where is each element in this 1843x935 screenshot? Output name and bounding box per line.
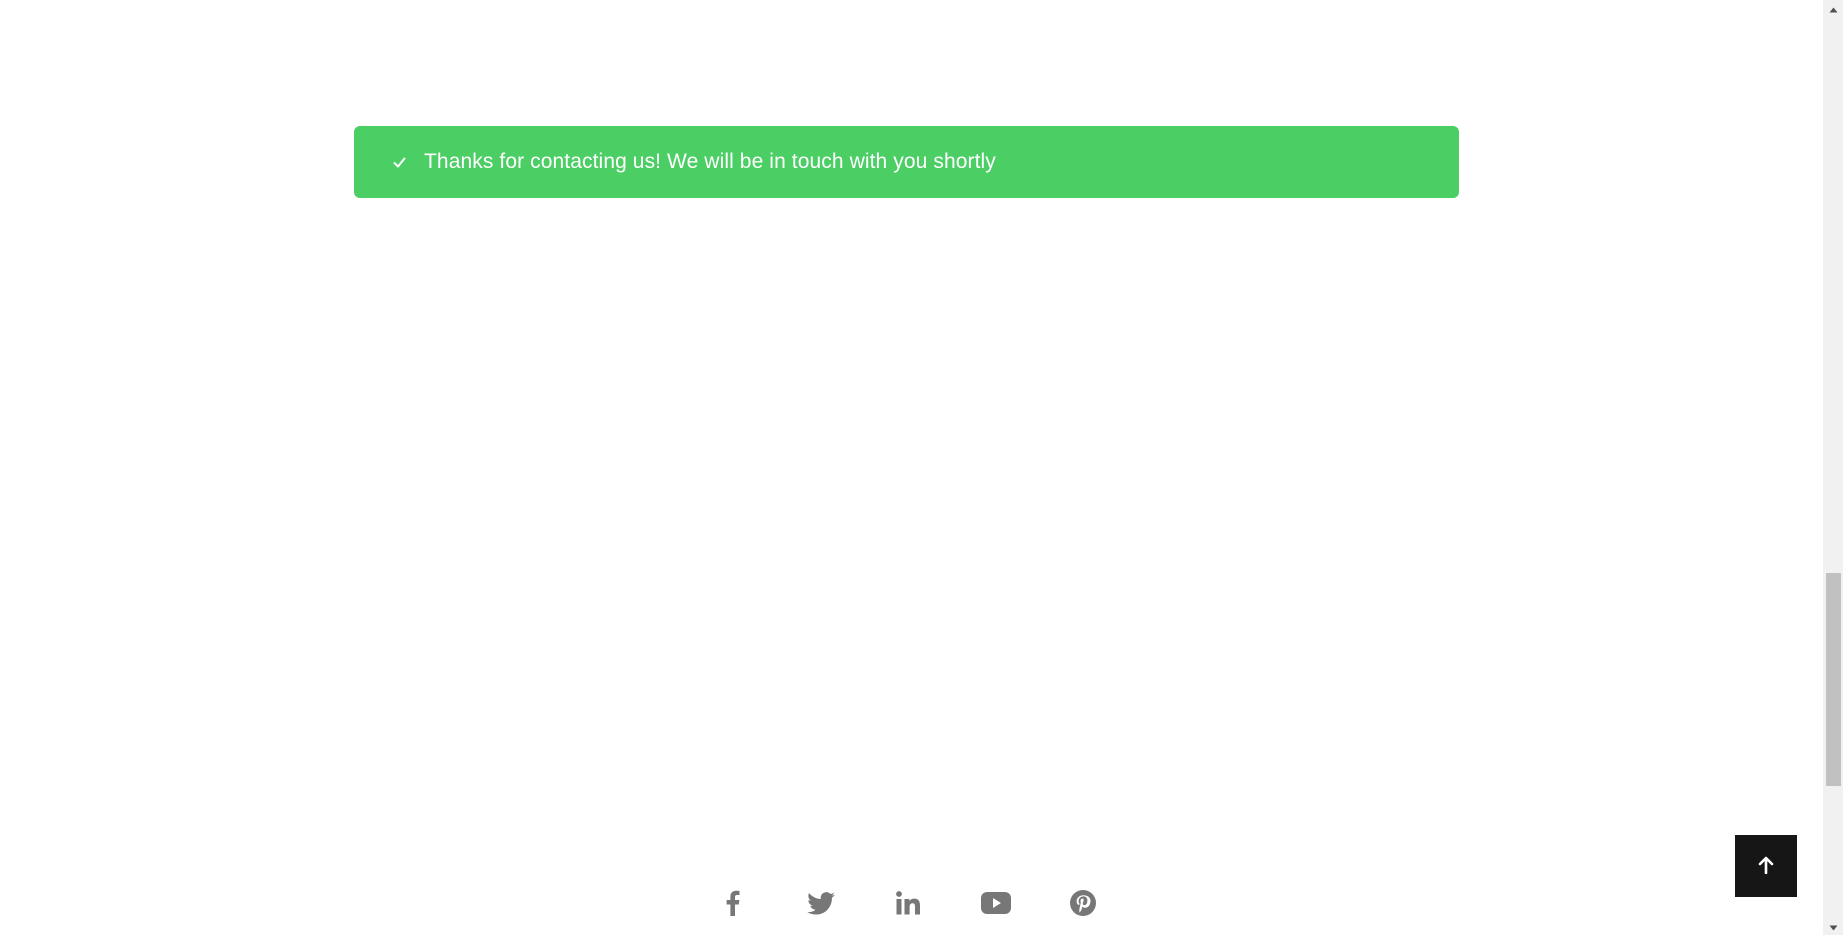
youtube-icon (981, 892, 1011, 914)
success-message: Thanks for contacting us! We will be in … (424, 150, 996, 173)
linkedin-icon (896, 891, 920, 915)
scroll-up-button[interactable] (1823, 0, 1843, 17)
scroll-down-arrow-icon (1829, 918, 1838, 935)
twitter-link[interactable] (803, 886, 839, 920)
pinterest-link[interactable] (1065, 886, 1101, 920)
scroll-up-arrow-icon (1829, 0, 1838, 18)
facebook-link[interactable] (715, 886, 751, 920)
back-to-top-button[interactable] (1735, 835, 1797, 897)
vertical-scrollbar[interactable] (1823, 0, 1843, 935)
social-links (0, 886, 1823, 920)
twitter-icon (807, 891, 835, 915)
viewport: Thanks for contacting us! We will be in … (0, 0, 1823, 935)
scroll-down-button[interactable] (1823, 918, 1843, 935)
linkedin-link[interactable] (890, 886, 926, 920)
scrollbar-thumb[interactable] (1826, 573, 1841, 786)
pinterest-icon (1069, 889, 1097, 917)
youtube-link[interactable] (978, 886, 1014, 920)
page: Thanks for contacting us! We will be in … (0, 0, 1843, 935)
check-icon (387, 150, 411, 174)
success-alert: Thanks for contacting us! We will be in … (354, 126, 1459, 198)
arrow-up-icon (1758, 856, 1774, 877)
facebook-icon (726, 890, 740, 916)
